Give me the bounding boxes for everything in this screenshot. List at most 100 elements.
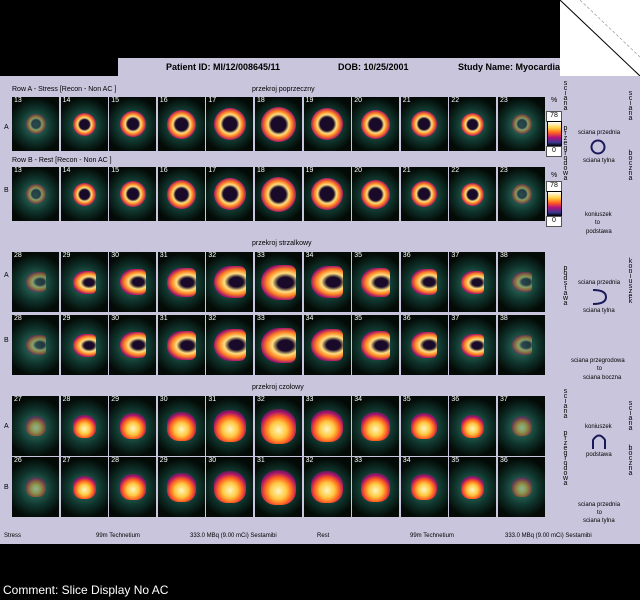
slice-image[interactable]: 23 (498, 97, 545, 151)
vertical-label: sciana (562, 388, 569, 418)
slice-number: 18 (257, 167, 265, 174)
slice-image[interactable]: 16 (157, 167, 205, 221)
slice-image[interactable]: 31 (157, 315, 205, 375)
myocardium-uptake (261, 408, 296, 444)
legend-text: sciana przegrodowa (571, 358, 625, 364)
slice-image[interactable]: 34 (303, 252, 351, 312)
slice-image[interactable]: 33 (255, 252, 302, 312)
slice-image[interactable]: 27 (60, 457, 108, 517)
slice-number: 20 (354, 167, 362, 174)
slice-number: 15 (111, 97, 119, 104)
slice-image[interactable]: 35 (400, 396, 448, 456)
slice-number: 13 (14, 97, 22, 104)
slice-image[interactable]: 29 (60, 252, 108, 312)
slice-image[interactable]: 17 (206, 97, 254, 151)
slice-image[interactable]: 30 (109, 252, 157, 312)
slice-image[interactable]: 30 (206, 457, 254, 517)
slice-number: 23 (500, 167, 508, 174)
slice-image[interactable]: 35 (352, 315, 400, 375)
slice-image[interactable]: 16 (157, 97, 205, 151)
slice-image[interactable]: 33 (255, 315, 302, 375)
slice-image[interactable]: 20 (352, 97, 400, 151)
slice-number: 31 (208, 396, 217, 403)
sagittal-u-icon (592, 289, 608, 305)
myocardium-uptake (361, 411, 391, 441)
slice-image[interactable]: 21 (400, 97, 448, 151)
slice-image[interactable]: 34 (303, 315, 351, 375)
slice-number: 29 (111, 396, 119, 403)
slice-image[interactable]: 17 (206, 167, 254, 221)
vertical-label: boczna (627, 445, 634, 475)
slice-image[interactable]: 23 (498, 167, 545, 221)
slice-image[interactable]: 18 (255, 97, 302, 151)
slice-image[interactable]: 27 (12, 396, 59, 456)
slice-image[interactable]: 29 (60, 315, 108, 375)
slice-image[interactable]: 30 (109, 315, 157, 375)
myocardium-uptake (461, 270, 485, 294)
slice-image[interactable]: 31 (206, 396, 254, 456)
slice-image[interactable]: 31 (255, 457, 302, 517)
myocardium-uptake (119, 332, 146, 358)
slice-image[interactable]: 18 (255, 167, 302, 221)
slice-image[interactable]: 22 (449, 97, 497, 151)
slice-image[interactable]: 32 (206, 315, 254, 375)
slice-image[interactable]: 30 (157, 396, 205, 456)
slice-image[interactable]: 28 (60, 396, 108, 456)
slice-image[interactable]: 35 (449, 457, 497, 517)
slice-image[interactable]: 15 (109, 167, 157, 221)
legend-text: sciana przednia (578, 502, 621, 508)
slice-number: 35 (354, 315, 362, 322)
slice-image[interactable]: 21 (400, 167, 448, 221)
slice-image[interactable]: 37 (498, 396, 545, 456)
myocardium-uptake (461, 475, 485, 499)
slice-image[interactable]: 29 (157, 457, 205, 517)
slice-image[interactable]: 26 (12, 457, 59, 517)
myocardium-uptake (311, 108, 344, 140)
myocardium-uptake (261, 106, 296, 142)
slice-image[interactable]: 20 (352, 167, 400, 221)
slice-image[interactable]: 34 (352, 396, 400, 456)
slice-image[interactable]: 34 (400, 457, 448, 517)
slice-image[interactable]: 28 (109, 457, 157, 517)
slice-image[interactable]: 19 (303, 167, 351, 221)
slice-image[interactable]: 28 (12, 252, 59, 312)
slice-image[interactable]: 31 (157, 252, 205, 312)
slice-number: 26 (14, 457, 22, 464)
slice-image[interactable]: 15 (109, 97, 157, 151)
slice-image[interactable]: 32 (206, 252, 254, 312)
slice-image[interactable]: 36 (400, 252, 448, 312)
myocardium-uptake (25, 416, 46, 436)
slice-number: 31 (159, 315, 168, 322)
slice-image[interactable]: 29 (109, 396, 157, 456)
slice-image[interactable]: 13 (12, 97, 59, 151)
myocardium-uptake (411, 332, 438, 358)
slice-number: 32 (208, 315, 217, 322)
slice-image[interactable]: 13 (12, 167, 59, 221)
slice-number: 35 (402, 396, 411, 403)
slice-image[interactable]: 38 (498, 315, 545, 375)
slice-image[interactable]: 37 (449, 315, 497, 375)
slice-number: 32 (257, 396, 265, 403)
slice-image[interactable]: 33 (303, 396, 351, 456)
slice-image[interactable]: 36 (498, 457, 545, 517)
slice-image[interactable]: 32 (255, 396, 302, 456)
slice-image[interactable]: 14 (60, 167, 108, 221)
myocardium-uptake (119, 413, 146, 439)
slice-image[interactable]: 22 (449, 167, 497, 221)
vertical-label: podstawa (562, 265, 569, 305)
slice-image[interactable]: 36 (449, 396, 497, 456)
slice-image[interactable]: 32 (303, 457, 351, 517)
patient-id: Patient ID: MI/12/008645/11 (166, 62, 281, 72)
myocardium-uptake (461, 333, 485, 357)
slice-image[interactable]: 28 (12, 315, 59, 375)
slice-number: 14 (62, 167, 71, 174)
slice-image[interactable]: 33 (352, 457, 400, 517)
slice-image[interactable]: 36 (400, 315, 448, 375)
slice-image[interactable]: 14 (60, 97, 108, 151)
slice-image[interactable]: 38 (498, 252, 545, 312)
slice-image[interactable]: 37 (449, 252, 497, 312)
slice-image[interactable]: 19 (303, 97, 351, 151)
myocardium-uptake (72, 475, 96, 499)
myocardium-uptake (119, 269, 146, 295)
slice-image[interactable]: 35 (352, 252, 400, 312)
